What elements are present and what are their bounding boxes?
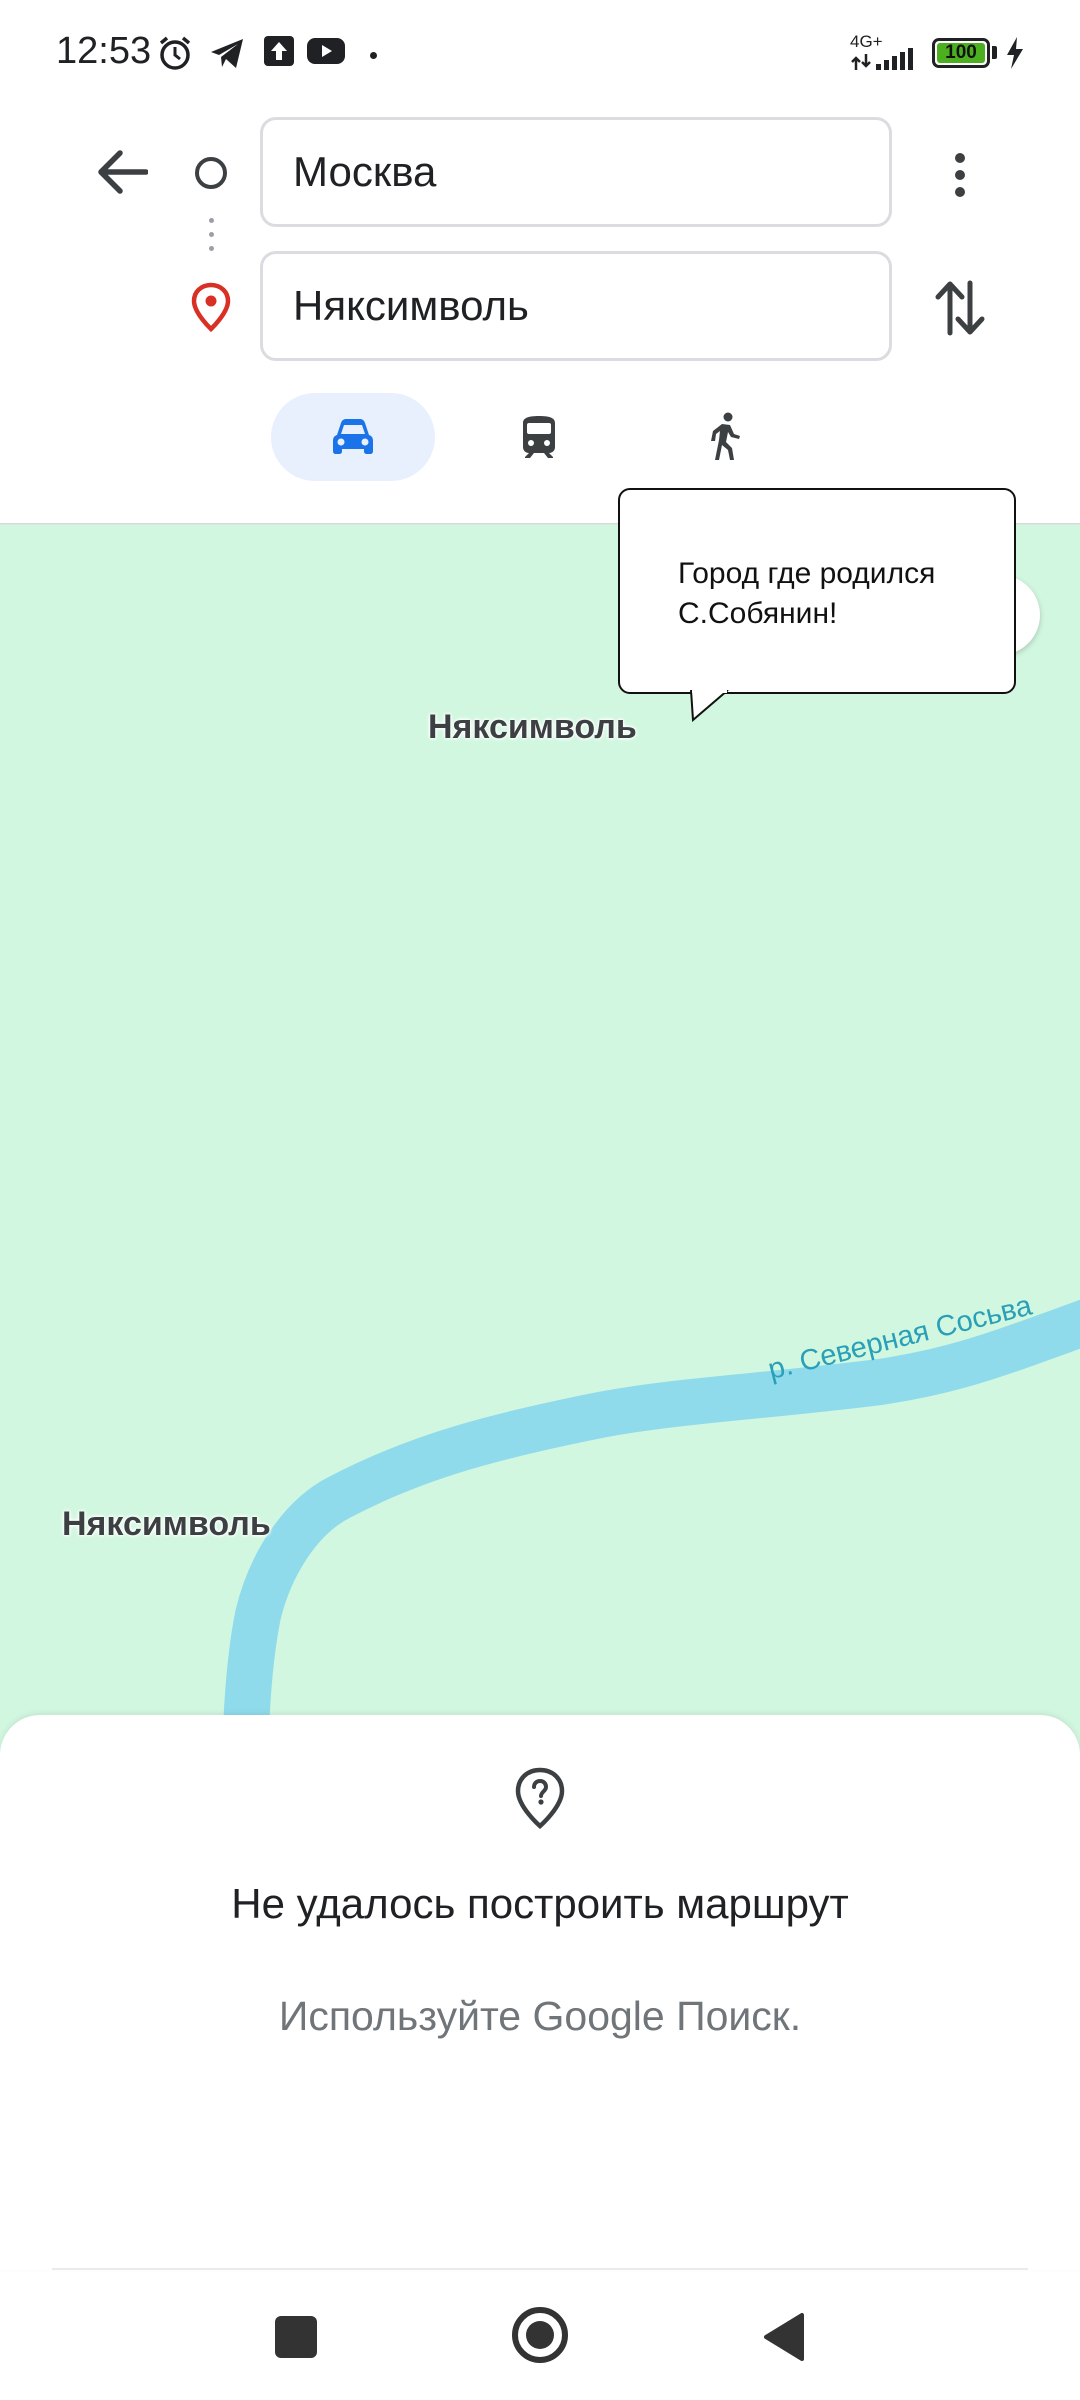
callout-line-2: С.Собянин!	[678, 597, 838, 630]
notification-dot	[370, 52, 377, 59]
status-time: 12:53	[56, 30, 152, 72]
train-icon	[523, 416, 555, 458]
alarm-icon	[159, 36, 191, 70]
place-label-nyaksimvol[interactable]: Няксимволь	[428, 708, 637, 747]
error-subtitle[interactable]: Используйте Google Поиск.	[0, 1993, 1080, 2040]
status-bar: 12:53 4G+ 100	[0, 0, 1080, 110]
place-unknown-icon	[515, 1767, 565, 1829]
divider	[52, 2268, 1028, 2270]
battery-icon: 100	[932, 38, 990, 68]
tab-driving[interactable]	[271, 393, 435, 481]
origin-circle-icon	[195, 157, 227, 189]
arrow-back-icon	[98, 150, 148, 194]
battery-tip	[992, 46, 997, 59]
error-title: Не удалось построить маршрут	[231, 1880, 849, 1927]
callout-tail	[690, 690, 729, 722]
swap-vert-icon	[935, 280, 985, 336]
walking-icon	[711, 412, 740, 460]
route-error-sheet: Не удалось построить маршрут Используйте…	[0, 1715, 1080, 2270]
back-button[interactable]	[88, 138, 156, 206]
map-view[interactable]: Няксимволь Няксимволь р. Северная Сосьва	[0, 525, 1080, 1755]
destination-input[interactable]: Няксимволь	[260, 251, 892, 361]
directions-header: Москва Няксимволь	[0, 110, 1080, 525]
place-label-nyaksimvol-2[interactable]: Няксимволь	[62, 1505, 271, 1544]
tab-transit[interactable]	[457, 393, 621, 481]
nav-back-button[interactable]	[762, 2312, 806, 2362]
telegram-icon	[211, 39, 243, 68]
more-options-button[interactable]	[930, 140, 990, 210]
tab-walking[interactable]	[643, 393, 807, 481]
annotation-callout: Город где родился С.Собянин!	[618, 488, 1016, 694]
recents-button[interactable]	[275, 2316, 317, 2358]
callout-line-1: Город где родился	[678, 557, 936, 590]
car-icon	[333, 419, 373, 454]
battery-level: 100	[937, 43, 985, 63]
swap-origin-destination-button[interactable]	[925, 268, 995, 348]
home-button[interactable]	[512, 2307, 568, 2363]
signal-icon	[851, 48, 913, 70]
system-nav-bar	[0, 2272, 1080, 2400]
youtube-icon	[307, 38, 345, 64]
origin-input[interactable]: Москва	[260, 117, 892, 227]
charging-icon	[1007, 37, 1023, 69]
upload-icon	[264, 36, 294, 66]
more-vert-icon	[955, 153, 965, 197]
route-connector-dots	[209, 218, 214, 260]
destination-pin-icon	[191, 282, 231, 332]
